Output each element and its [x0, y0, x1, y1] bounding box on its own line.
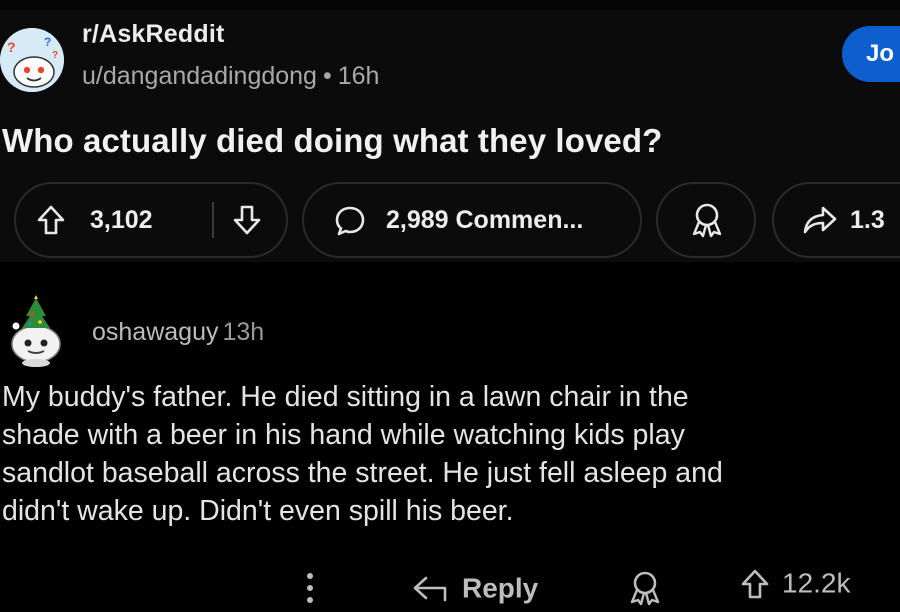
arrow-up-icon[interactable] [740, 568, 770, 600]
post-meta: u/dangandadingdong • 16h [82, 62, 379, 91]
comment-line: sandlot baseball across the street. He j… [2, 457, 723, 489]
reply-arrow-icon [412, 574, 448, 604]
more-vertical-icon[interactable] [300, 570, 320, 606]
post-card[interactable]: ? ? ? r/AskReddit u/dangandadingdong • 16h… [0, 10, 900, 262]
comment-line: My buddy's father. He died sitting in a … [2, 381, 689, 413]
arrow-down-icon[interactable] [232, 204, 262, 236]
comment-vote-control: 12.2k [740, 566, 851, 610]
comments-button[interactable]: 2,989 Commen... [302, 182, 642, 258]
share-button[interactable]: 1.3 [772, 182, 900, 258]
svg-text:?: ? [52, 50, 58, 61]
comment-meta: oshawaguy 13h [92, 318, 264, 347]
comment-body: My buddy's father. He died sitting in a … [2, 378, 900, 530]
post-author[interactable]: u/dangandadingdong [82, 62, 317, 90]
meta-separator: • [322, 62, 332, 90]
comment-line: didn't wake up. Didn't even spill his be… [2, 495, 514, 527]
comment-age: 13h [222, 318, 265, 346]
post-age: 16h [337, 62, 380, 90]
askreddit-snoo-icon[interactable]: ? ? ? [0, 28, 64, 92]
svg-text:?: ? [7, 39, 16, 55]
comment-line: shade with a beer in his hand while watc… [2, 419, 685, 451]
award-button[interactable] [656, 182, 756, 258]
share-count: 1.3 [850, 206, 885, 234]
commenter-avatar[interactable] [6, 294, 72, 368]
comments-count-label: 2,989 Commen... [386, 206, 584, 234]
speech-bubble-icon [334, 205, 366, 237]
reply-label: Reply [462, 572, 539, 604]
svg-text:?: ? [44, 35, 51, 49]
post-upvote-count: 3,102 [90, 206, 153, 234]
vote-divider [212, 202, 214, 238]
award-ribbon-icon [690, 202, 724, 238]
award-ribbon-icon[interactable] [628, 570, 662, 611]
comment-upvote-count: 12.2k [782, 567, 851, 599]
vote-control: 3,102 [14, 182, 288, 258]
reddit-app-screen: ? ? ? r/AskReddit u/dangandadingdong • 16h… [0, 0, 900, 612]
comment-author[interactable]: oshawaguy [92, 318, 218, 346]
arrow-up-icon[interactable] [36, 204, 66, 236]
subreddit-name[interactable]: r/AskReddit [82, 20, 225, 49]
join-button[interactable]: Jo [842, 26, 900, 82]
post-title[interactable]: Who actually died doing what they loved? [2, 122, 662, 160]
share-arrow-icon [802, 204, 838, 236]
reply-button[interactable]: Reply [412, 566, 538, 610]
